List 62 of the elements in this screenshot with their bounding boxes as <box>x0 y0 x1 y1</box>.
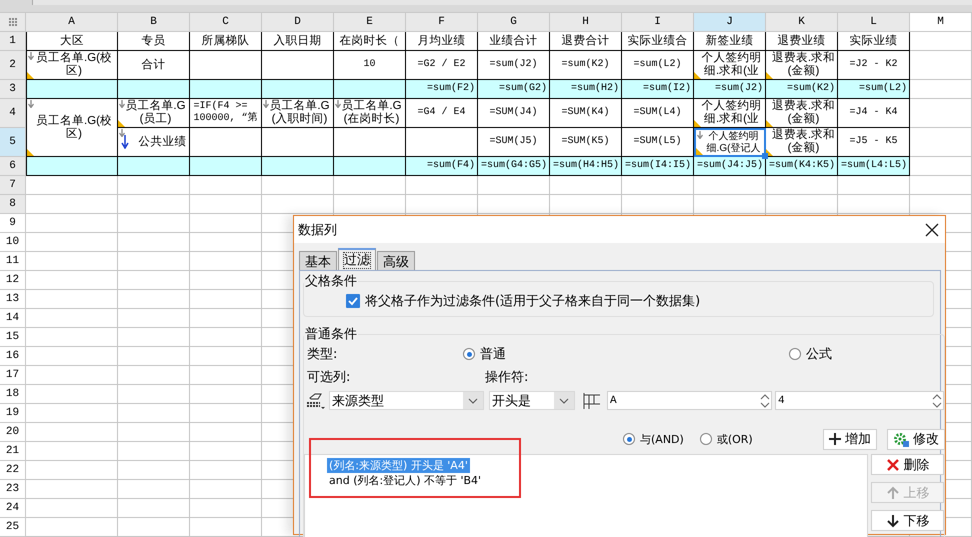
cell-text: 大区 <box>60 34 84 48</box>
cell-text: 实际业绩合 <box>628 34 688 48</box>
cell-text: 在岗时长（ <box>340 34 400 48</box>
formula-text: =sum(K2) <box>786 83 835 95</box>
formula-text: =IF(F4 >= 100000, “第 <box>194 101 258 125</box>
formula-text: =sum(H2) <box>570 83 619 95</box>
cell-text: 月均业绩 <box>418 34 466 48</box>
formula-text: =J2 - K2 <box>849 59 898 71</box>
cell-text: 员工名单.G(入职时间) <box>268 100 331 126</box>
cell-text: 个人签约明细.G(登记人 <box>706 130 762 154</box>
field-label: 类型: <box>307 346 338 363</box>
formula-text: =sum(L4:L5) <box>841 160 907 172</box>
formula-text: =sum(H4:H5) <box>553 160 619 172</box>
cell-text: 员工名单.G(在岗时长) <box>340 100 403 126</box>
field-label: 可选列: <box>307 369 352 386</box>
formula-text: 10 <box>363 59 376 71</box>
formula-text: =G2 / E2 <box>417 59 466 71</box>
cell-text: 专员 <box>142 34 166 48</box>
cell-text: 新签业绩 <box>706 34 754 48</box>
formula-text: =sum(I2) <box>642 83 691 95</box>
cell-text: 员工名单.G(校区) <box>35 52 113 78</box>
checkbox-label: 将父格子作为过滤条件(适用于父子格来自于同一个数据集) <box>365 293 700 310</box>
formula-text: =sum(L2) <box>858 83 907 95</box>
formula-text: =sum(K2) <box>561 59 610 71</box>
cell-text: 退费表.求和(金额) <box>770 129 836 155</box>
formula-text: =sum(J2) <box>714 83 763 95</box>
formula-text: =SUM(K4) <box>561 107 610 119</box>
cell-text: 退费业绩 <box>778 34 826 48</box>
formula-text: =sum(F2) <box>426 83 475 95</box>
formula-text: =sum(F4) <box>426 160 475 172</box>
formula-text: =SUM(L4) <box>633 107 682 119</box>
formula-text: =J4 - K4 <box>849 107 898 119</box>
cell-text: 业绩合计 <box>490 34 538 48</box>
cell-text: 实际业绩 <box>850 34 898 48</box>
formula-text: =G4 / E4 <box>417 107 466 119</box>
formula-text: =SUM(J4) <box>489 107 538 119</box>
group-title: 普通条件 <box>304 326 358 343</box>
cell-text: 员工名单.G(员工) <box>124 100 187 126</box>
formula-text: =sum(I4:I5) <box>625 160 691 172</box>
formula-text: =sum(G2) <box>498 83 547 95</box>
cell-text: 合计 <box>142 58 166 72</box>
cell-text: 退费表.求和(金额) <box>770 100 836 126</box>
dialog-title: 数据列 <box>298 222 337 238</box>
cell-text: 退费表.求和(金额) <box>770 52 836 78</box>
cell-text: 个人签约明细.求和(业 <box>700 52 762 78</box>
cell-text: 公共业绩 <box>138 136 186 148</box>
group-title: 父格条件 <box>304 273 358 290</box>
formula-text: =J5 - K5 <box>849 136 898 148</box>
cell-text: 入职日期 <box>274 34 322 48</box>
formula-text: =SUM(L5) <box>633 136 682 148</box>
formula-text: =sum(K4:K5) <box>769 160 835 172</box>
formula-text: =sum(J4:J5) <box>697 160 763 172</box>
formula-text: =sum(G4:G5) <box>481 160 547 172</box>
formula-text: =sum(L2) <box>633 59 682 71</box>
field-label: 操作符: <box>485 369 528 386</box>
cell-text: 所属梯队 <box>202 34 250 48</box>
formula-text: =SUM(K5) <box>561 136 610 148</box>
formula-text: =SUM(J5) <box>489 136 538 148</box>
formula-text: =sum(J2) <box>489 59 538 71</box>
cell-text: 员工名单.G(校区) <box>35 114 113 140</box>
cell-text: 退费合计 <box>562 34 610 48</box>
cell-text: 个人签约明细.求和(业 <box>700 100 762 126</box>
